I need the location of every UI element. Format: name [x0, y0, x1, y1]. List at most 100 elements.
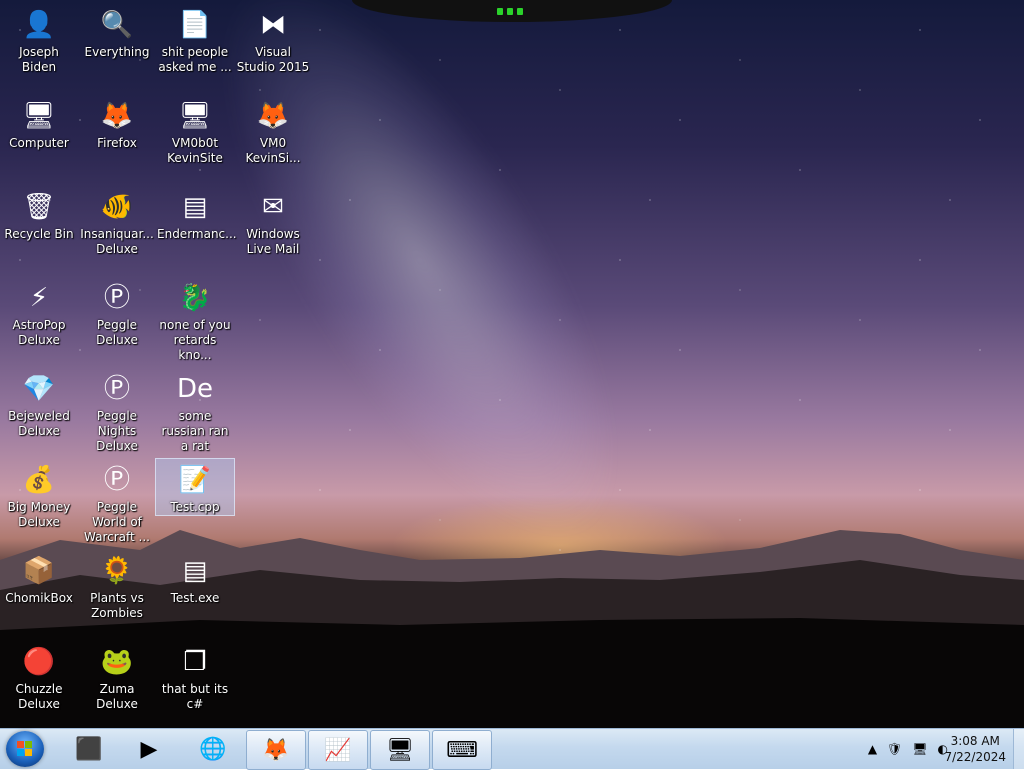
desktop-icon[interactable]: ▤ Test.exe [156, 550, 234, 606]
desktop-icon[interactable]: Ⓟ Peggle Nights Deluxe [78, 368, 156, 454]
desktop-icon[interactable]: ❐ that but its c# [156, 641, 234, 712]
taskbar-media-player-button[interactable]: ▶ [120, 730, 178, 768]
desktop-icon-label: VM0b0t KevinSite [167, 136, 223, 165]
gem-icon: 💎 [22, 374, 56, 404]
peggle-wow-icon: Ⓟ [103, 465, 130, 495]
desktop-icon[interactable]: 🦊 VM0 KevinSi... [234, 95, 312, 166]
desktop-icon[interactable]: 🐸 Zuma Deluxe [78, 641, 156, 712]
clock-time: 3:08 AM [950, 734, 1000, 748]
desktop-icon[interactable]: 🦊 Firefox [78, 95, 156, 151]
desktop-icon-label: Peggle World of Warcraft ... [84, 500, 150, 544]
desktop-icon-label: Firefox [97, 136, 137, 150]
firefox-icon: 🦊 [262, 737, 290, 763]
taskbar-keyboard-button[interactable]: ⌨ [432, 730, 492, 770]
notification-area: ▲ 🛡 🖥 ◐ [868, 739, 948, 759]
resource-monitor-icon: 📈 [324, 737, 352, 763]
desktop-icon-label: some russian ran a rat [161, 409, 229, 453]
zuma-icon: 🐸 [100, 647, 134, 677]
desktop-icon-label: ChomikBox [5, 591, 73, 605]
dragon-icon: 🐉 [178, 283, 212, 313]
action-center-icon[interactable]: 🛡 [887, 742, 902, 756]
document-icon: 📄 [178, 10, 212, 40]
desktop-icon-label: shit people asked me ... [158, 45, 232, 74]
desktop-icon-label: Joseph Biden [19, 45, 59, 74]
taskbar-monitor-button[interactable]: 📈 [308, 730, 368, 770]
console-icon: ▤ [182, 192, 208, 222]
de-icon: De [176, 374, 214, 404]
vm-icon: 🖥 [178, 101, 212, 131]
taskbar: ⬛ ▶ 🌐 🦊 📈 🖥 ⌨ ▲ 🛡 🖥 ◐ 3:08 AM 7/22/2024 [0, 728, 1024, 770]
desktop-icon-label: Endermanc... [157, 227, 237, 241]
desktop-icon[interactable]: ✉ Windows Live Mail [234, 186, 312, 257]
desktop-icon[interactable]: 🌻 Plants vs Zombies [78, 550, 156, 621]
taskbar-firefox-button[interactable]: 🦊 [246, 730, 306, 770]
chomikbox-icon: 📦 [22, 556, 56, 586]
cpp-file-icon: 📝 [178, 465, 212, 495]
desktop-icon-label: Plants vs Zombies [90, 591, 144, 620]
copy-icon: ❐ [183, 647, 207, 677]
desktop-icon[interactable]: 📦 ChomikBox [0, 550, 78, 606]
taskbar-remote-desktop-button[interactable]: 🖥 [370, 730, 430, 770]
peggle-icon: Ⓟ [103, 283, 130, 313]
desktop-icon[interactable]: ⧓ Visual Studio 2015 [234, 4, 312, 75]
desktop-icon-label: Peggle Nights Deluxe [96, 409, 138, 453]
show-desktop-button[interactable] [1013, 729, 1024, 769]
desktop-icon[interactable]: 🖥 Computer [0, 95, 78, 151]
desktop-icon-label: Peggle Deluxe [96, 318, 138, 347]
exe-icon: ▤ [182, 556, 208, 586]
windows-logo-icon [17, 741, 33, 757]
desktop-icon[interactable]: 🔴 Chuzzle Deluxe [0, 641, 78, 712]
peggle-nights-icon: Ⓟ [103, 374, 130, 404]
desktop-icon[interactable]: ⚡ AstroPop Deluxe [0, 277, 78, 348]
desktop-icon-label: that but its c# [161, 682, 229, 711]
desktop-icon[interactable]: 🖥 VM0b0t KevinSite [156, 95, 234, 166]
desktop-icon-label: Recycle Bin [4, 227, 74, 241]
desktop-icon-label: Everything [84, 45, 150, 59]
desktop-icon[interactable]: De some russian ran a rat [156, 368, 234, 454]
desktop-icon[interactable]: ▤ Endermanc... [156, 186, 237, 242]
desktop-icon[interactable]: 👤 Joseph Biden [0, 4, 78, 75]
desktop-icon[interactable]: 💰 Big Money Deluxe [0, 459, 78, 530]
taskbar-globe-button[interactable]: 🌐 [184, 730, 242, 768]
desktop-icon-label: Zuma Deluxe [96, 682, 138, 711]
desktop-icon-label: Windows Live Mail [246, 227, 300, 256]
desktop-icon[interactable]: 🗑 Recycle Bin [0, 186, 78, 242]
computer-icon: 🖥 [22, 101, 56, 131]
clock[interactable]: 3:08 AM 7/22/2024 [944, 733, 1006, 765]
firefox-icon: 🦊 [100, 101, 134, 131]
visual-studio-icon: ⧓ [260, 10, 286, 40]
vm-firefox-icon: 🦊 [256, 101, 290, 131]
desktop-icon-label: Test.cpp [170, 500, 220, 514]
desktop-icon-label: Test.exe [170, 591, 220, 605]
network-icon[interactable]: 🖥 [912, 742, 927, 756]
plant-icon: 🌻 [100, 556, 134, 586]
desktop-icon[interactable]: Ⓟ Peggle Deluxe [78, 277, 156, 348]
desktop-icon[interactable]: Ⓟ Peggle World of Warcraft ... [78, 459, 156, 545]
remote-desktop-icon: 🖥 [386, 737, 414, 763]
globe-icon: 🌐 [199, 736, 227, 762]
fish-icon: 🐠 [100, 192, 134, 222]
user-icon: 👤 [22, 10, 56, 40]
desktop-icon-label: Chuzzle Deluxe [15, 682, 63, 711]
clock-date: 7/22/2024 [944, 750, 1006, 764]
led-indicator [517, 8, 523, 15]
start-button[interactable] [6, 731, 44, 767]
terminal-icon: ⬛ [75, 736, 103, 762]
desktop-icon[interactable]: 🐠 Insaniquar... Deluxe [78, 186, 156, 257]
desktop-icon[interactable]: 💎 Bejeweled Deluxe [0, 368, 78, 439]
recycle-bin-icon: 🗑 [22, 192, 56, 222]
desktop-icon[interactable]: 🐉 none of you retards kno... [156, 277, 234, 363]
show-hidden-icons-icon[interactable]: ▲ [868, 742, 877, 756]
desktop-icon-label: Insaniquar... Deluxe [80, 227, 154, 256]
desktop-icon-label: AstroPop Deluxe [12, 318, 66, 347]
desktop-icon[interactable]: 📄 shit people asked me ... [156, 4, 234, 75]
led-indicator [507, 8, 513, 15]
desktop-icon-label: Visual Studio 2015 [236, 45, 310, 74]
desktop-icon[interactable]: 🔍 Everything [78, 4, 156, 60]
led-indicator [497, 8, 503, 15]
desktop-icon-label: VM0 KevinSi... [245, 136, 301, 165]
media-player-icon: ▶ [140, 736, 158, 762]
taskbar-terminal-button[interactable]: ⬛ [60, 730, 118, 768]
desktop-icon[interactable]: 📝 Test.cpp [155, 458, 235, 516]
desktop-icon-label: Computer [9, 136, 69, 150]
